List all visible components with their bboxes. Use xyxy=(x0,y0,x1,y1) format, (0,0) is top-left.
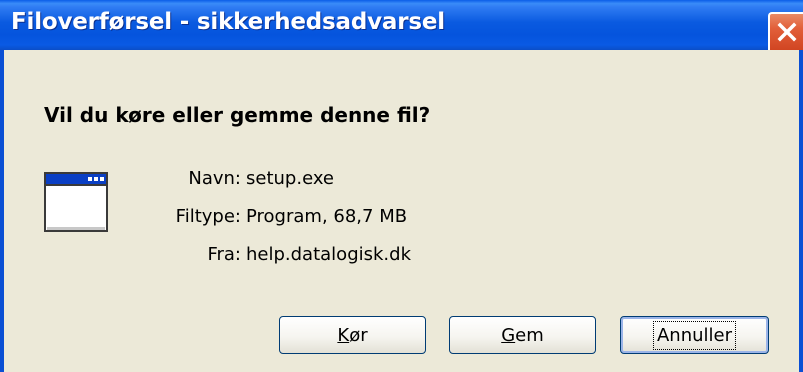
file-source-value: help.datalogisk.dk xyxy=(246,244,411,265)
prompt-question: Vil du køre eller gemme denne fil? xyxy=(44,103,431,127)
window-border-right xyxy=(799,50,803,372)
from-label: Fra: xyxy=(207,244,241,265)
window-border-left xyxy=(0,50,4,372)
program-window-icon xyxy=(44,172,108,236)
title-bar[interactable]: Filoverførsel - sikkerhedsadvarsel xyxy=(0,0,803,50)
filetype-label: Filtype: xyxy=(175,206,241,227)
close-button[interactable] xyxy=(768,12,803,50)
name-label: Navn: xyxy=(188,168,241,189)
close-icon xyxy=(777,22,796,42)
cancel-button-label: Annuller xyxy=(652,320,737,350)
window-title: Filoverførsel - sikkerhedsadvarsel xyxy=(11,9,445,35)
file-name-value: setup.exe xyxy=(246,168,334,189)
save-button[interactable]: Gem xyxy=(449,316,596,354)
run-button-label: Kør xyxy=(337,324,368,346)
save-button-label: Gem xyxy=(501,324,544,346)
run-button[interactable]: Kør xyxy=(279,316,426,354)
cancel-button[interactable]: Annuller xyxy=(620,316,769,354)
file-download-dialog: Filoverførsel - sikkerhedsadvarsel Vil d… xyxy=(0,0,803,372)
file-type-value: Program, 68,7 MB xyxy=(246,206,408,227)
file-info-labels: Navn: Filtype: Fra: xyxy=(150,168,241,288)
